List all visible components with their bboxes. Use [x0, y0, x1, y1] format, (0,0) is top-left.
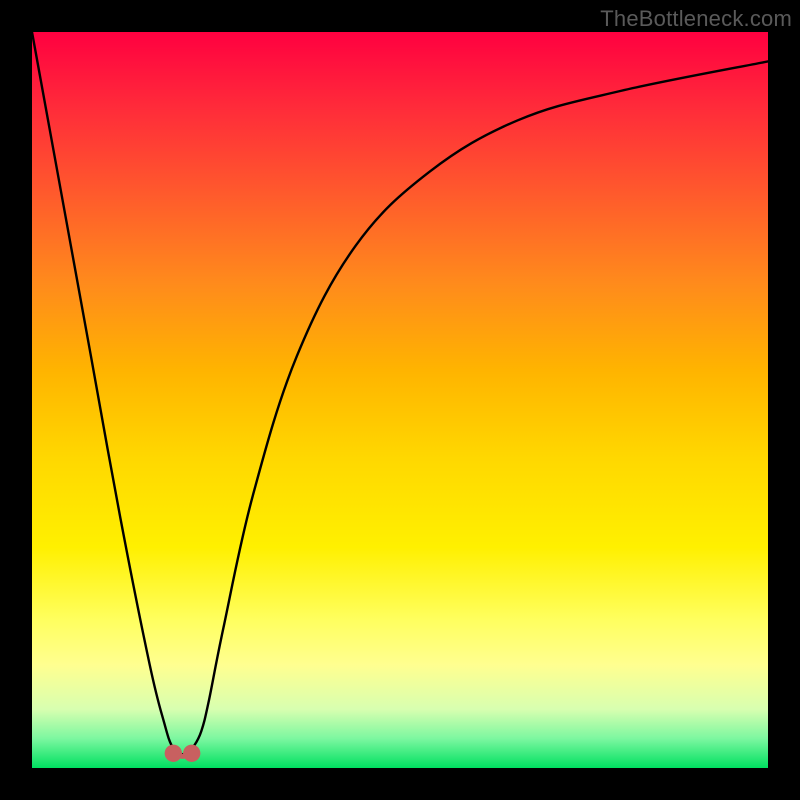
curve-path — [32, 32, 768, 754]
left-min-marker — [165, 745, 182, 762]
chart-frame: TheBottleneck.com — [0, 0, 800, 800]
watermark-text: TheBottleneck.com — [600, 6, 792, 32]
right-min-marker — [183, 745, 200, 762]
plot-area — [32, 32, 768, 768]
plot-svg — [32, 32, 768, 768]
